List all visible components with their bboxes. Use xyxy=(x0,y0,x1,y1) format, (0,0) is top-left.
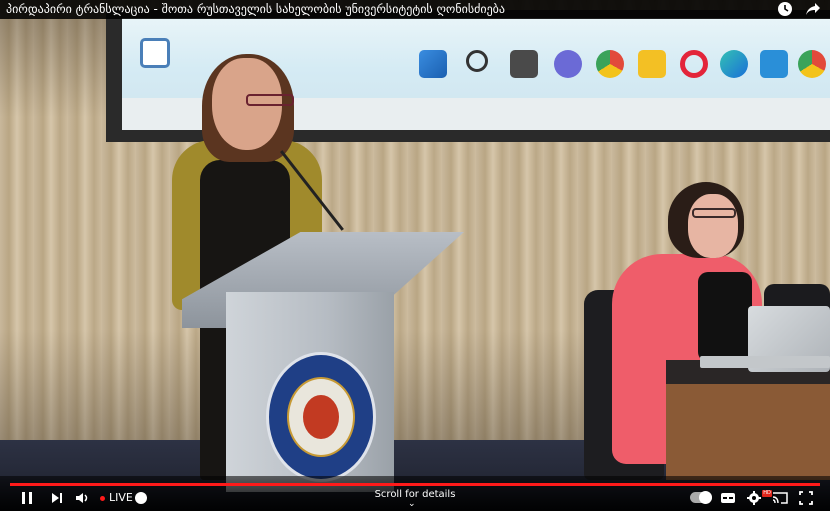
next-icon xyxy=(52,493,62,503)
university-seal xyxy=(266,352,376,482)
volume-button[interactable] xyxy=(74,488,92,508)
captions-button[interactable] xyxy=(720,488,736,508)
gear-icon xyxy=(747,491,761,505)
chevron-down-icon[interactable]: ⌄ xyxy=(408,499,416,509)
live-dot xyxy=(100,495,105,501)
seated-woman-glasses xyxy=(692,208,736,218)
chrome-icon xyxy=(596,50,624,78)
seal-inner xyxy=(287,377,355,457)
cast-icon xyxy=(772,492,788,504)
pause-button[interactable] xyxy=(20,488,36,508)
live-indicator[interactable]: LIVE xyxy=(100,489,133,507)
cast-button[interactable] xyxy=(772,488,790,508)
title-bar: პირდაპირი ტრანსლაცია - შოთა რუსთაველის ს… xyxy=(0,0,830,19)
window-icon xyxy=(140,38,170,68)
laptop-base xyxy=(700,356,830,368)
teams-icon xyxy=(554,50,582,78)
seal-emblem xyxy=(303,395,339,439)
clock-icon[interactable] xyxy=(776,1,794,19)
pause-icon xyxy=(22,492,32,504)
progress-fill xyxy=(10,483,820,486)
store-icon xyxy=(760,50,788,78)
windows-start-icon xyxy=(419,50,447,78)
volume-icon xyxy=(76,493,88,503)
speaker-glasses xyxy=(246,94,294,106)
clock-icon-svg xyxy=(778,2,792,16)
video-player[interactable]: პირდაპირი ტრანსლაცია - შოთა რუსთაველის ს… xyxy=(0,0,830,511)
search-icon xyxy=(466,50,488,72)
live-label: LIVE xyxy=(109,491,133,504)
progress-bar[interactable] xyxy=(10,483,820,486)
share-icon-svg xyxy=(806,3,820,15)
compass-icon xyxy=(135,492,147,504)
seated-woman-face xyxy=(688,194,738,258)
chrome-icon-2 xyxy=(798,50,826,78)
autoplay-toggle[interactable] xyxy=(690,491,712,504)
autoplay-toggle-knob xyxy=(699,491,712,504)
next-button[interactable] xyxy=(50,488,66,508)
folder-icon xyxy=(638,50,666,78)
task-view-icon xyxy=(510,50,538,78)
share-icon[interactable] xyxy=(804,1,822,19)
seated-woman-shirt xyxy=(698,272,752,362)
video-frame[interactable] xyxy=(0,0,830,511)
fullscreen-icon xyxy=(799,491,813,505)
chapter-button[interactable] xyxy=(134,488,148,508)
edge-icon xyxy=(720,50,748,78)
captions-icon xyxy=(721,493,735,503)
video-title[interactable]: პირდაპირი ტრანსლაცია - შოთა რუსთაველის ს… xyxy=(6,1,766,18)
fullscreen-button[interactable] xyxy=(798,488,816,508)
hd-badge: HD xyxy=(762,490,772,497)
opera-icon xyxy=(680,50,708,78)
